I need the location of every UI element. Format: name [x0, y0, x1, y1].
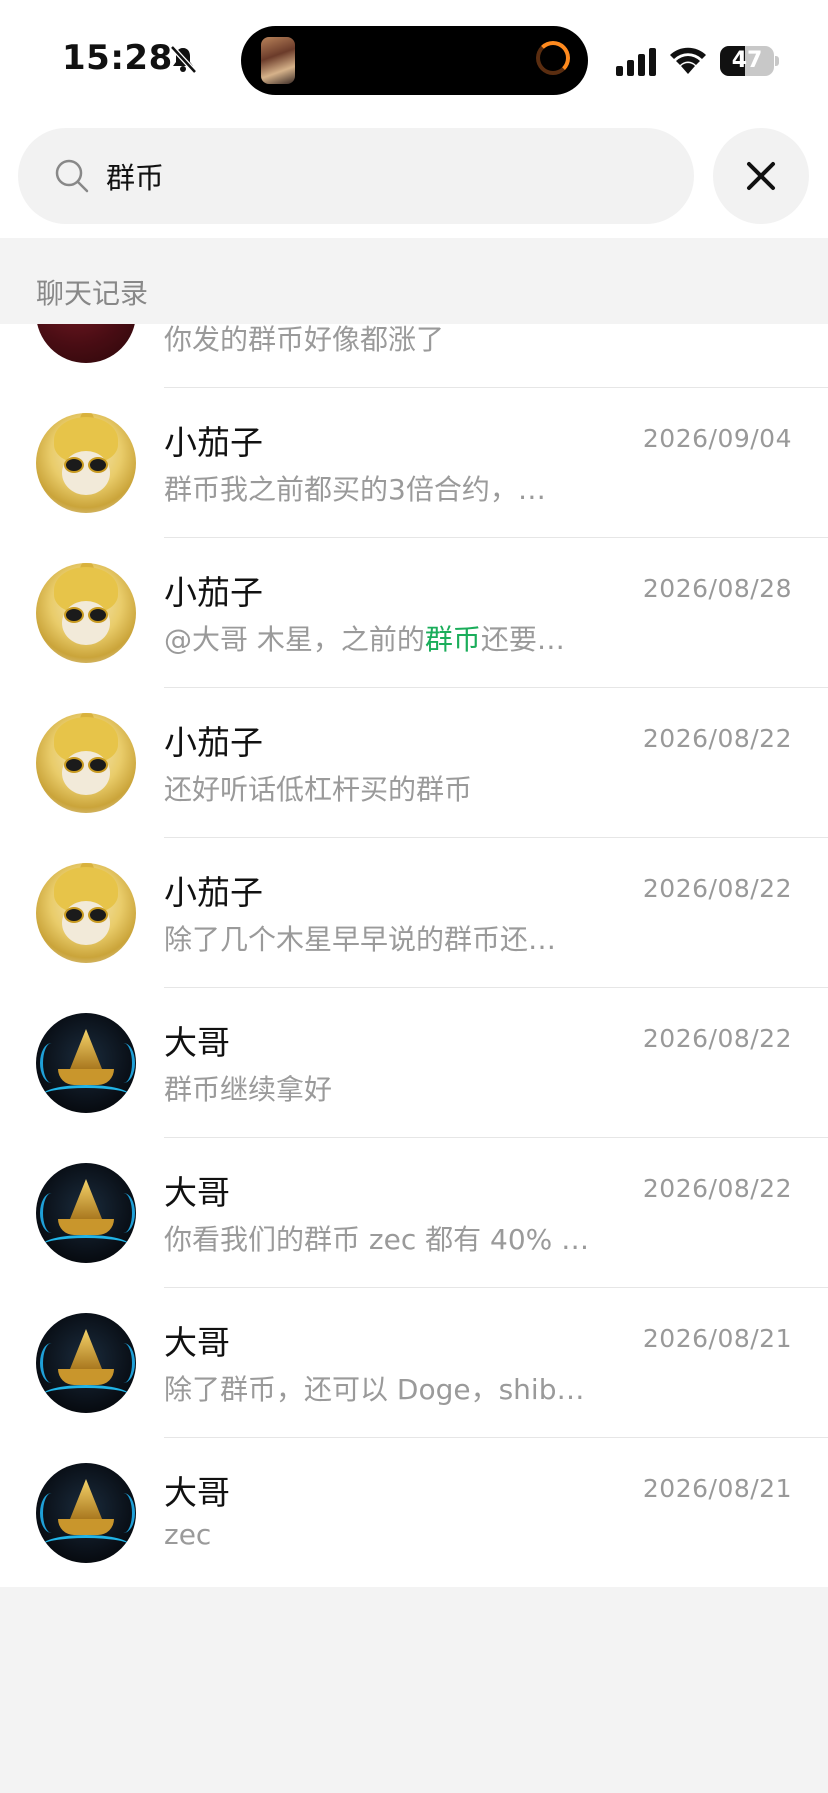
ship-avatar [36, 1013, 136, 1113]
message-date: 2026/08/22 [642, 874, 792, 903]
message-date: 2026/09/04 [642, 424, 792, 453]
result-row[interactable]: 大哥 2026/08/21 除了群币，还可以 Doge，shib… [0, 1288, 828, 1438]
wifi-icon [670, 47, 706, 74]
search-bar[interactable] [18, 128, 694, 224]
message-date: 2026/08/21 [642, 1474, 792, 1503]
message-snippet: 你看我们的群币 zec 都有 40% … [164, 1223, 590, 1256]
cat-avatar [36, 863, 136, 963]
section-title: 聊天记录 [36, 277, 149, 310]
contact-name: 大哥 [164, 1323, 230, 1362]
battery-icon: 47 [720, 46, 780, 76]
bell-slash-icon [170, 45, 197, 74]
status-time: 15:28 [62, 38, 173, 78]
contact-name: 小茄子 [164, 573, 263, 612]
contact-name: 大哥 [164, 1173, 230, 1212]
contact-name: 小茄子 [164, 423, 263, 462]
ship-avatar [36, 1463, 136, 1563]
cat-avatar [36, 713, 136, 813]
search-highlight: 群币 [424, 623, 481, 656]
rose-avatar [36, 324, 136, 363]
battery-percent: 47 [731, 48, 763, 73]
message-date: 2026/08/28 [642, 574, 792, 603]
message-snippet: 你发的群币好像都涨了 [164, 324, 445, 356]
search-input[interactable] [106, 150, 666, 202]
now-playing-thumbnail [261, 37, 295, 84]
result-row[interactable]: 小茄子 2026/08/28 @大哥 木星，之前的群币还要… [0, 538, 828, 688]
cat-avatar [36, 563, 136, 663]
result-row[interactable]: 大哥 2026/08/22 群币继续拿好 [0, 988, 828, 1138]
message-snippet: 群币继续拿好 [164, 1073, 333, 1106]
message-date: 2026/08/21 [642, 1324, 792, 1353]
cat-avatar [36, 413, 136, 513]
result-row[interactable]: 小茄子 2026/08/22 还好听话低杠杆买的群币 [0, 688, 828, 838]
close-search-button[interactable] [713, 128, 809, 224]
message-snippet: zec [164, 1518, 212, 1551]
message-snippet: 群币我之前都买的3倍合约，… [164, 473, 546, 506]
message-snippet: @大哥 木星，之前的群币还要… [164, 623, 565, 656]
contact-name: 小茄子 [164, 723, 263, 762]
dynamic-island[interactable] [241, 26, 588, 95]
message-snippet: 还好听话低杠杆买的群币 [164, 773, 473, 806]
contact-name: 小茄子 [164, 873, 263, 912]
result-row[interactable]: 大哥 2026/08/21 zec [0, 1438, 828, 1587]
result-row[interactable]: 大哥 2026/08/22 你看我们的群币 zec 都有 40% … [0, 1138, 828, 1288]
close-icon [747, 162, 775, 190]
chat-history-results: 你发的群币好像都涨了 小茄子 2026/09/04 群币我之前都买的3倍合约，…… [0, 324, 828, 1587]
status-bar: 15:28 47 [0, 0, 828, 120]
result-row[interactable]: 小茄子 2026/08/22 除了几个木星早早说的群币还… [0, 838, 828, 988]
contact-name: 大哥 [164, 1023, 230, 1062]
contact-name: 大哥 [164, 1473, 230, 1512]
message-snippet: 除了群币，还可以 Doge，shib… [164, 1373, 585, 1406]
message-date: 2026/08/22 [642, 1024, 792, 1053]
search-header [0, 120, 828, 238]
ship-avatar [36, 1313, 136, 1413]
section-header: 聊天记录 [0, 238, 828, 324]
message-date: 2026/08/22 [642, 724, 792, 753]
message-date: 2026/08/22 [642, 1174, 792, 1203]
progress-ring-icon [536, 41, 570, 75]
cellular-signal-icon [616, 48, 656, 76]
result-row[interactable]: 你发的群币好像都涨了 [0, 324, 828, 388]
message-snippet: 除了几个木星早早说的群币还… [164, 923, 557, 956]
result-row[interactable]: 小茄子 2026/09/04 群币我之前都买的3倍合约，… [0, 388, 828, 538]
search-icon [55, 159, 89, 193]
ship-avatar [36, 1163, 136, 1263]
